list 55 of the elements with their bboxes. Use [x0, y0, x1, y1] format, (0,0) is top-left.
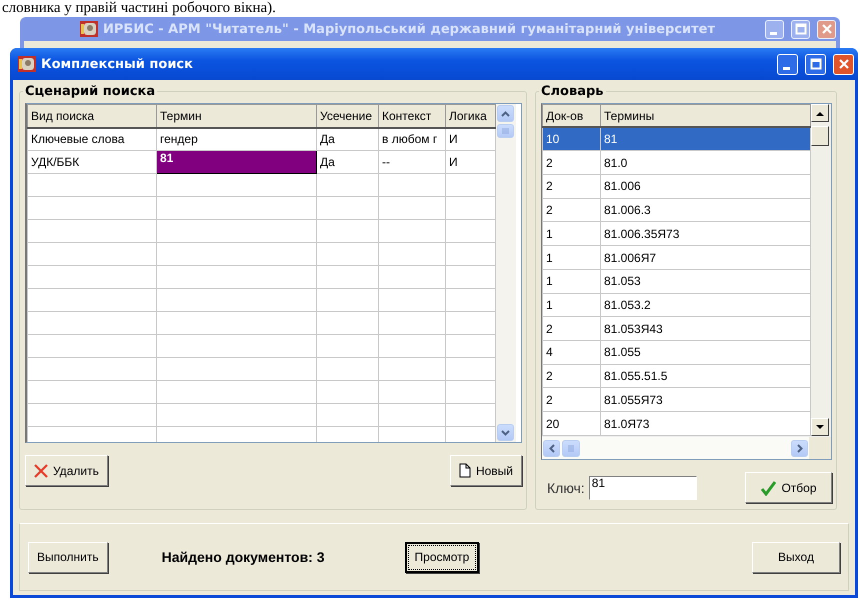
app-icon [80, 21, 98, 37]
table-cell: Ключевые слова [28, 128, 156, 150]
column-header[interactable]: Док-ов [542, 104, 600, 128]
key-label: Ключ: [547, 480, 585, 496]
maximize-icon [794, 23, 806, 35]
close-button[interactable] [817, 20, 836, 38]
horizontal-scrollbar[interactable] [542, 436, 831, 459]
vertical-scrollbar[interactable] [811, 104, 831, 436]
scroll-thumb[interactable] [811, 126, 829, 146]
column-header[interactable]: Усечение [316, 104, 378, 128]
delete-button[interactable]: Удалить [25, 455, 108, 486]
scroll-left-icon [548, 444, 554, 452]
key-field[interactable]: 81 [588, 476, 697, 500]
scroll-up-icon [816, 110, 824, 116]
found-count-text: Найдено документов: 3 [162, 549, 325, 565]
check-icon [760, 480, 776, 496]
minimize-icon [783, 66, 790, 70]
view-button[interactable]: Просмотр [404, 542, 480, 572]
close-icon [820, 23, 832, 35]
minimize-icon [770, 32, 777, 34]
column-header[interactable]: Термины [600, 104, 810, 128]
group-title: Сценарий поиска [24, 84, 156, 99]
minimize-button[interactable] [765, 20, 784, 38]
document-icon [458, 463, 471, 478]
scroll-down-icon [816, 424, 824, 430]
table-cell: Да [316, 128, 378, 150]
group-title: Словарь [540, 84, 605, 99]
scroll-thumb-icon [502, 128, 509, 134]
table-cell: -- [378, 150, 446, 174]
app-icon [18, 56, 36, 72]
column-header[interactable]: Термин [156, 104, 316, 128]
maximize-button[interactable] [791, 20, 810, 38]
vertical-scrollbar[interactable] [496, 104, 516, 442]
maximize-icon [810, 58, 822, 70]
column-header[interactable]: Контекст [378, 104, 446, 128]
column-header[interactable]: Вид поиска [28, 104, 156, 128]
table-cell: Да [316, 150, 378, 174]
scroll-right-icon [796, 444, 802, 452]
scrollbar-corner [809, 437, 831, 459]
document-text: словника у правій частині робочого вікна). [2, 0, 276, 16]
scroll-up-icon [501, 110, 510, 116]
filter-button[interactable]: Отбор [745, 472, 832, 503]
scroll-thumb-icon [568, 444, 574, 452]
dialog-title: Комплексный поиск [41, 56, 194, 72]
exit-button[interactable]: Выход [752, 542, 840, 572]
scroll-down-icon [501, 430, 510, 436]
window-title: ИРБИС - АРМ "Читатель" - Маріупольський державний гуманітарний університет [103, 22, 716, 36]
close-icon [838, 58, 850, 70]
table-cell: 81 [156, 150, 316, 174]
run-button[interactable]: Выполнить [28, 542, 108, 572]
table-cell: в любом г [378, 128, 446, 150]
table-cell: УДК/ББК [28, 150, 156, 174]
column-header[interactable]: Логика [446, 104, 496, 128]
new-button[interactable]: Новый [450, 455, 522, 486]
delete-x-icon [34, 464, 48, 478]
